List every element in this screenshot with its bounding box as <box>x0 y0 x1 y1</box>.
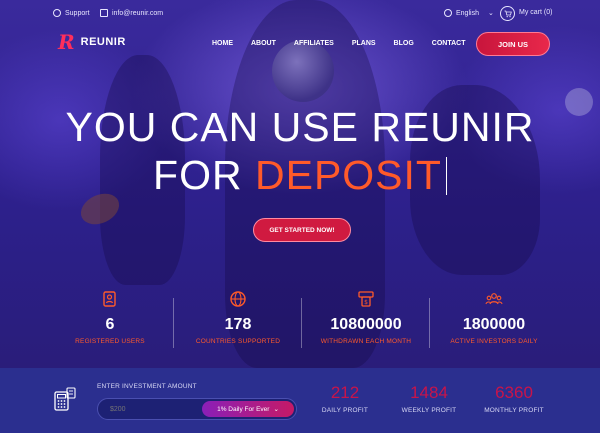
nav-item-home[interactable]: HOME <box>212 40 233 47</box>
chevron-down-icon: ⌄ <box>487 10 494 17</box>
hero-title-line1: YOU CAN USE REUNIR <box>65 104 535 150</box>
profit-value: 6360 <box>495 383 533 402</box>
stat-active-investors: 1800000 ACTIVE INVESTORS DAILY <box>430 290 558 345</box>
plan-select-value: 1% Daily For Ever <box>217 405 270 413</box>
profit-label: WEEKLY PROFIT <box>401 407 457 414</box>
top-bar: Support info@reunir.com English ⌄ My car… <box>0 6 600 22</box>
mail-icon <box>100 9 108 17</box>
nav-item-blog[interactable]: BLOG <box>394 40 414 47</box>
nav-item-contact[interactable]: CONTACT <box>432 40 466 47</box>
hero-title-line2: FOR DEPOSIT <box>0 152 600 199</box>
investors-group-icon <box>485 293 503 305</box>
svg-text:$: $ <box>364 299 368 306</box>
hero-title-prefix: FOR <box>153 152 243 198</box>
logo-mark-icon: R <box>58 30 75 54</box>
email-link[interactable]: info@reunir.com <box>100 9 163 17</box>
language-select[interactable]: English ⌄ <box>444 9 494 17</box>
main-nav: R REUNIR HOME ABOUT AFFILIATES PLANS BLO… <box>0 32 600 56</box>
money-withdraw-icon: $ <box>358 291 374 307</box>
cart-icon[interactable] <box>500 6 515 21</box>
typing-caret <box>445 157 447 195</box>
globe-icon <box>230 291 246 307</box>
nav-item-plans[interactable]: PLANS <box>352 40 376 47</box>
weekly-profit: 1484 WEEKLY PROFIT <box>389 383 469 414</box>
profit-value: 1484 <box>410 383 448 402</box>
investment-amount-label: ENTER INVESTMENT AMOUNT <box>97 383 197 390</box>
hero-title-highlight: DEPOSIT <box>254 152 442 198</box>
plan-select[interactable]: 1% Daily For Ever ⌄ <box>202 401 294 417</box>
investment-amount-input[interactable] <box>110 399 190 419</box>
join-us-button[interactable]: JOIN US <box>476 32 550 56</box>
nav-item-affiliates[interactable]: AFFILIATES <box>294 40 334 47</box>
stat-label: COUNTRIES SUPPORTED <box>195 338 281 345</box>
stat-value: 1800000 <box>462 316 526 333</box>
language-label: English <box>456 9 479 17</box>
users-list-icon <box>103 291 116 307</box>
profit-calculator: ENTER INVESTMENT AMOUNT 1% Daily For Eve… <box>0 368 600 433</box>
profit-label: DAILY PROFIT <box>321 407 369 414</box>
daily-profit: 212 DAILY PROFIT <box>305 383 385 414</box>
cart-label: My cart (0) <box>519 9 553 16</box>
stat-label: WITHDRAWN EACH MONTH <box>320 338 412 345</box>
headset-icon <box>53 9 61 17</box>
stat-label: ACTIVE INVESTORS DAILY <box>450 338 538 345</box>
nav-item-about[interactable]: ABOUT <box>251 40 276 47</box>
stat-registered-users: 6 REGISTERED USERS <box>46 290 174 345</box>
profit-label: MONTHLY PROFIT <box>484 407 544 414</box>
stat-value: 6 <box>105 316 115 333</box>
monthly-profit: 6360 MONTHLY PROFIT <box>474 383 554 414</box>
stat-value: 10800000 <box>330 316 402 333</box>
get-started-button[interactable]: GET STARTED NOW! <box>253 218 351 242</box>
stat-label: REGISTERED USERS <box>75 338 145 345</box>
support-link[interactable]: Support <box>53 9 90 17</box>
investment-box: 1% Daily For Ever ⌄ <box>97 398 297 420</box>
support-label: Support <box>65 9 90 17</box>
hero-section: Support info@reunir.com English ⌄ My car… <box>0 0 600 368</box>
calculator-icon <box>54 387 76 411</box>
globe-small-icon <box>444 9 452 17</box>
cart-link[interactable]: My cart (0) <box>519 9 552 16</box>
email-label: info@reunir.com <box>112 9 164 17</box>
logo[interactable]: R REUNIR <box>58 32 126 52</box>
stats-row: 6 REGISTERED USERS 178 COUNTRIES SUPPORT… <box>0 290 600 358</box>
chevron-down-icon: ⌄ <box>273 406 279 413</box>
stat-value: 178 <box>224 316 252 333</box>
profit-value: 212 <box>330 383 360 402</box>
logo-text: REUNIR <box>80 36 126 48</box>
stat-countries: 178 COUNTRIES SUPPORTED <box>174 290 302 345</box>
nav-menu: HOME ABOUT AFFILIATES PLANS BLOG CONTACT <box>212 40 483 47</box>
stat-withdrawn: $ 10800000 WITHDRAWN EACH MONTH <box>302 290 430 345</box>
